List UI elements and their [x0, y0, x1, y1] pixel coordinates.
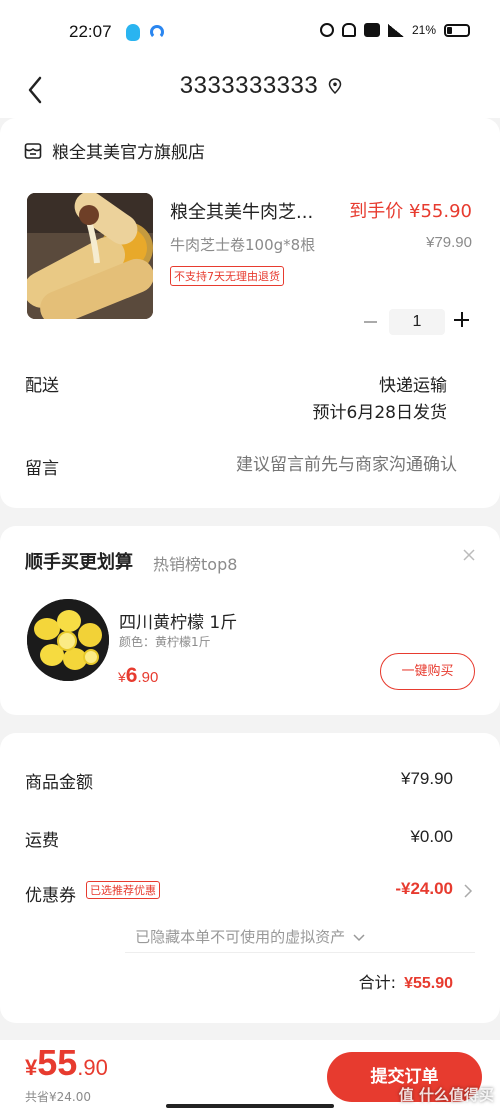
quantity-value[interactable]: 1 — [389, 309, 445, 335]
total-value: ¥55.90 — [404, 975, 453, 992]
divider — [125, 952, 475, 953]
delivery-method: 快递运输 — [379, 376, 447, 396]
checkout-price-main: 55 — [37, 1042, 78, 1083]
addon-price-decimal: .90 — [137, 669, 159, 686]
shipping-value: ¥0.00 — [410, 827, 453, 846]
total-label: 合计: — [358, 973, 397, 992]
note-label: 留言 — [25, 459, 59, 479]
total-row: 合计: ¥55.90 — [359, 969, 453, 993]
addon-item-price: ¥6.90 — [118, 664, 158, 688]
beef-roll-photo — [27, 193, 153, 319]
status-time: 22:07 — [69, 22, 112, 41]
home-indicator[interactable] — [166, 1104, 334, 1108]
hd-icon — [363, 23, 380, 37]
checkout-price-currency: ¥ — [25, 1055, 38, 1080]
one-click-buy-button[interactable]: 一键购买 — [380, 653, 475, 690]
location-pin-icon — [328, 78, 342, 94]
product-spec: 牛肉芝士卷100g*8根 — [170, 236, 316, 254]
delivery-label: 配送 — [25, 376, 59, 396]
nav-bar: 3333333333 — [0, 62, 500, 118]
addon-title: 顺手买更划算 — [25, 552, 133, 573]
qq-icon — [126, 24, 140, 41]
alarm-icon — [319, 23, 334, 37]
product-title[interactable]: 粮全其美牛肉芝... — [170, 198, 313, 224]
quantity-decrease-button[interactable] — [362, 310, 378, 334]
quantity-increase-button[interactable] — [454, 312, 470, 328]
close-icon[interactable] — [462, 548, 476, 562]
address-title: 3333333333 — [179, 72, 319, 99]
hidden-assets-text: 已隐藏本单不可使用的虚拟资产 — [135, 928, 346, 946]
store-name: 粮全其美官方旗舰店 — [52, 143, 205, 163]
total-savings: 共省¥24.00 — [25, 1090, 91, 1104]
checkout-price-decimal: .90 — [77, 1055, 108, 1080]
price-summary-card: 商品金额 ¥79.90 运费 ¥0.00 优惠券 已选推荐优惠 -¥24.00 … — [0, 733, 500, 1023]
coupon-recommended-badge: 已选推荐优惠 — [86, 881, 160, 899]
battery-percent: 21% — [411, 23, 436, 37]
delivery-estimate: 预计6月28日发货 — [312, 403, 447, 423]
product-final-price: 到手价 ¥55.90 — [349, 201, 472, 222]
no-return-badge: 不支持7天无理由退货 — [170, 266, 284, 286]
nav-title-wrap[interactable]: 3333333333 — [0, 72, 500, 100]
addon-price-currency: ¥ — [118, 669, 126, 685]
addon-price-main: 6 — [125, 664, 138, 687]
coupon-value[interactable]: -¥24.00 — [395, 879, 453, 899]
status-bar: 22:07 21% — [0, 0, 500, 62]
shipping-label: 运费 — [25, 831, 59, 851]
chevron-right-icon[interactable] — [463, 884, 473, 898]
lemon-image[interactable] — [27, 599, 109, 681]
coupon-label: 优惠券 — [25, 886, 76, 906]
watermark: 值 什么值得买 — [398, 1086, 494, 1104]
checkout-price: ¥55.90 — [25, 1042, 108, 1084]
store-icon — [24, 142, 42, 159]
status-icons: 21% — [319, 23, 470, 37]
chevron-down-icon — [353, 933, 365, 941]
hidden-assets-toggle[interactable]: 已隐藏本单不可使用的虚拟资产 — [0, 926, 500, 947]
signal-icon — [387, 23, 404, 37]
minus-icon — [363, 321, 377, 323]
product-image[interactable] — [27, 193, 153, 319]
goods-amount-label: 商品金额 — [25, 773, 93, 793]
goods-amount-value: ¥79.90 — [401, 769, 453, 788]
battery-icon — [444, 23, 470, 37]
store-row[interactable]: 粮全其美官方旗舰店 — [24, 138, 205, 163]
addon-subtitle: 热销榜top8 — [153, 555, 238, 574]
mute-icon — [341, 23, 356, 37]
sync-icon — [150, 25, 164, 39]
addon-item-spec: 颜色：黄柠檬1斤 — [119, 635, 211, 649]
addon-card: 顺手买更划算 热销榜top8 四川黄柠檬 1斤 颜色：黄柠檬1斤 ¥6.90 一… — [0, 526, 500, 715]
lemon-photo — [27, 599, 109, 681]
product-original-price: ¥79.90 — [426, 234, 472, 251]
order-item-card: 粮全其美官方旗舰店 粮全其美牛肉芝... 到手价 ¥55.90 牛肉芝士卷100… — [0, 118, 500, 508]
addon-item-name[interactable]: 四川黄柠檬 1斤 — [119, 608, 237, 633]
note-input[interactable] — [157, 455, 457, 475]
